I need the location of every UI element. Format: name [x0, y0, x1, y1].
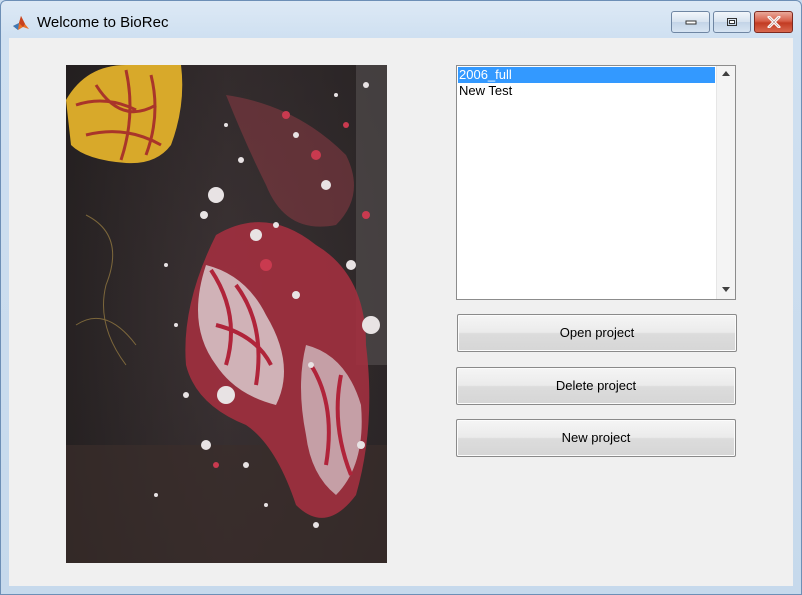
chevron-up-icon: [722, 71, 730, 76]
delete-project-button[interactable]: Delete project: [456, 367, 736, 405]
new-project-button[interactable]: New project: [456, 419, 736, 457]
open-project-button[interactable]: Open project: [457, 314, 737, 352]
chevron-down-icon: [722, 287, 730, 292]
project-listbox[interactable]: 2006_full New Test: [456, 65, 736, 300]
title-bar[interactable]: Welcome to BioRec: [1, 1, 801, 37]
maximize-button[interactable]: [713, 11, 751, 33]
maximize-icon: [727, 18, 737, 26]
minimize-icon: [685, 20, 696, 25]
close-button[interactable]: [754, 11, 793, 33]
window-title: Welcome to BioRec: [37, 14, 169, 31]
matlab-logo-icon[interactable]: [12, 14, 30, 32]
scroll-up-button[interactable]: [717, 66, 735, 83]
minimize-button[interactable]: [671, 11, 710, 33]
biorec-window: Welcome to BioRec 2006_full New Test Ope…: [0, 0, 802, 595]
dialog-client-area: 2006_full New Test Open project Delete p…: [9, 38, 793, 586]
specimen-photo: [66, 65, 387, 563]
list-item-new-test[interactable]: New Test: [458, 83, 715, 99]
listbox-scrollbar[interactable]: [716, 66, 735, 299]
specimen-image: [66, 65, 387, 563]
close-icon: [767, 16, 780, 28]
list-item-2006-full[interactable]: 2006_full: [458, 67, 715, 83]
scroll-down-button[interactable]: [717, 282, 735, 299]
